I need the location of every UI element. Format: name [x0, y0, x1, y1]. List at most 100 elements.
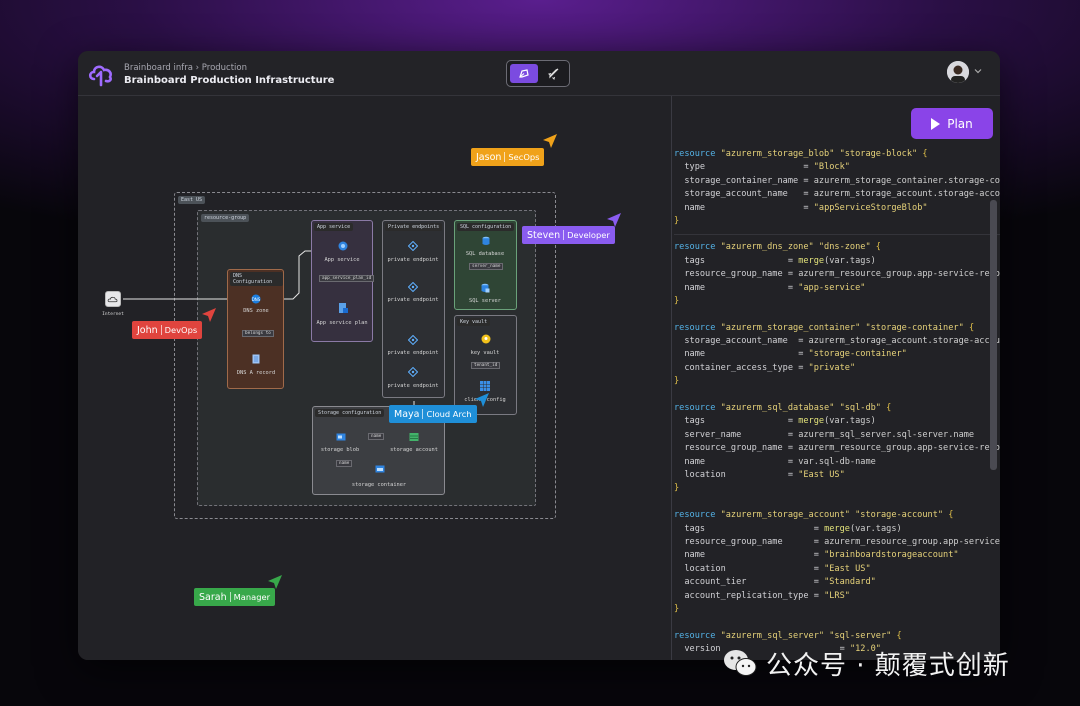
code-line: container_access_type = "private"	[674, 362, 1000, 375]
key-vault-icon[interactable]	[481, 334, 491, 344]
code-token: =	[803, 202, 814, 213]
diagram-canvas[interactable]: East US resource-group Internet DNS Conf…	[78, 96, 670, 660]
code-token: }	[674, 295, 680, 306]
cursor-arrow-icon	[543, 134, 557, 148]
code-line: name = "storage-container"	[674, 348, 1000, 361]
code-token: location	[674, 469, 788, 480]
private-endpoint-icon[interactable]	[408, 282, 418, 292]
deploy-mode-button[interactable]	[539, 64, 567, 83]
code-token: =	[798, 336, 809, 347]
code-block[interactable]: resource "azurerm_storage_blob" "storage…	[674, 148, 1000, 236]
storage-container-icon[interactable]	[375, 464, 385, 474]
code-token: (var.tags)	[824, 416, 876, 427]
code-token: "private"	[808, 362, 856, 373]
code-scrollbar[interactable]	[990, 200, 997, 470]
mode-switcher	[506, 60, 570, 87]
code-token: =	[787, 456, 799, 467]
edge-label-app-service-plan-id: app_service_plan_id	[319, 275, 375, 282]
top-bar: Brainboard infra › Production Brainboard…	[78, 51, 1000, 96]
code-token: merge	[798, 416, 825, 427]
watermark-text: 公众号 · 颠覆式创新	[766, 650, 1010, 681]
brainboard-cloud-logo-icon[interactable]	[87, 61, 115, 87]
cursor-label-steven: Steven Developer	[522, 226, 615, 244]
code-token: "azurerm_storage_account" "storage-accou…	[720, 510, 949, 521]
code-token: {	[922, 149, 928, 159]
code-token: "East US"	[824, 563, 871, 574]
sql-database-icon[interactable]	[481, 236, 491, 246]
chevron-down-icon[interactable]	[973, 66, 983, 76]
terraform-code-panel[interactable]: Plan resource "azurerm_storage_blob" "st…	[671, 96, 1000, 660]
code-line: name = "appServiceStorgeBlob"	[674, 202, 1000, 215]
code-token: var.sql-db-name	[798, 456, 876, 467]
code-token: =	[813, 577, 825, 588]
code-token: =	[803, 189, 814, 200]
code-token: "storage-container"	[808, 349, 907, 360]
code-line: type = "Block"	[674, 161, 1000, 174]
code-token: =	[803, 162, 814, 173]
storage-blob-icon[interactable]	[336, 432, 346, 442]
code-token: name	[674, 456, 788, 467]
code-token: =	[813, 563, 825, 574]
code-token: "azurerm_sql_server" "sql-server"	[720, 630, 897, 641]
code-token: name	[674, 202, 804, 213]
avatar-image	[947, 61, 969, 83]
code-token: }	[674, 603, 680, 614]
app-service-plan-icon[interactable]	[337, 302, 349, 314]
code-line: }	[674, 603, 1000, 616]
code-line: tags = merge(var.tags)	[674, 255, 1000, 268]
code-token: =	[813, 590, 825, 601]
code-token: tags	[674, 416, 788, 427]
client-config-icon[interactable]	[480, 381, 490, 391]
code-token: =	[787, 416, 799, 427]
code-block[interactable]: resource "azurerm_dns_zone" "dns-zone" {…	[674, 241, 1000, 660]
code-token: server_name	[674, 429, 788, 440]
rocket-icon	[548, 68, 559, 80]
pen-design-icon	[519, 69, 529, 78]
sql-server-label: SQL server	[469, 298, 501, 304]
storage-blob-label: storage blob	[320, 447, 360, 453]
code-editor[interactable]: resource "azurerm_storage_blob" "storage…	[674, 148, 1000, 660]
code-token: tags	[674, 255, 788, 266]
cursor-label-jason: Jason SecOps	[471, 148, 545, 166]
edge-label-belongs-to: belongs to	[242, 330, 274, 337]
watermark: 公众号 · 颠覆式创新	[722, 645, 1010, 681]
dns-record-icon[interactable]	[251, 354, 261, 364]
code-token: account_replication_type	[674, 590, 814, 601]
code-line: account_tier = "Standard"	[674, 576, 1000, 589]
private-endpoint-icon[interactable]	[408, 367, 418, 377]
private-endpoint-icon[interactable]	[408, 335, 418, 345]
dns-zone-icon[interactable]: DNS	[251, 294, 261, 304]
wechat-icon	[724, 650, 757, 676]
plan-button[interactable]: Plan	[911, 108, 993, 139]
sql-server-icon[interactable]	[480, 283, 490, 293]
code-line: name = "brainboardstorageaccount"	[674, 549, 1000, 562]
code-token: resource_group_name	[674, 443, 788, 454]
code-token: merge	[798, 255, 825, 266]
code-line: storage_account_name = azurerm_storage_a…	[674, 188, 1000, 201]
code-token: tags	[674, 523, 814, 534]
code-token: (var.tags)	[849, 523, 902, 534]
storage-account-icon[interactable]	[409, 432, 419, 442]
code-token: =	[798, 362, 809, 373]
code-token: "app-service"	[798, 282, 866, 293]
app-service-icon[interactable]	[338, 241, 348, 251]
code-token: azurerm_resource_group.app-service-resou…	[798, 443, 1000, 454]
code-token: "Standard"	[824, 577, 876, 588]
code-token: "azurerm_storage_container" "storage-con…	[720, 322, 969, 333]
code-line: resource_group_name = azurerm_resource_g…	[674, 442, 1000, 455]
private-endpoint-icon[interactable]	[408, 241, 418, 251]
code-token: account_tier	[674, 577, 814, 588]
code-line: resource "azurerm_dns_zone" "dns-zone" {	[674, 241, 1000, 254]
key-vault-group-label: Key vault	[457, 318, 491, 326]
design-mode-button[interactable]	[510, 64, 538, 83]
code-token: container_access_type	[674, 362, 799, 373]
storage-group-label: Storage configuration	[315, 409, 385, 417]
user-avatar[interactable]	[947, 61, 969, 83]
collaborator-name: John	[137, 324, 158, 336]
code-token: {	[968, 322, 975, 333]
breadcrumb[interactable]: Brainboard infra › Production	[124, 63, 247, 73]
code-token: name	[674, 349, 799, 360]
collaborator-role: Developer	[563, 230, 610, 240]
code-token: resource_group_name	[674, 536, 814, 547]
